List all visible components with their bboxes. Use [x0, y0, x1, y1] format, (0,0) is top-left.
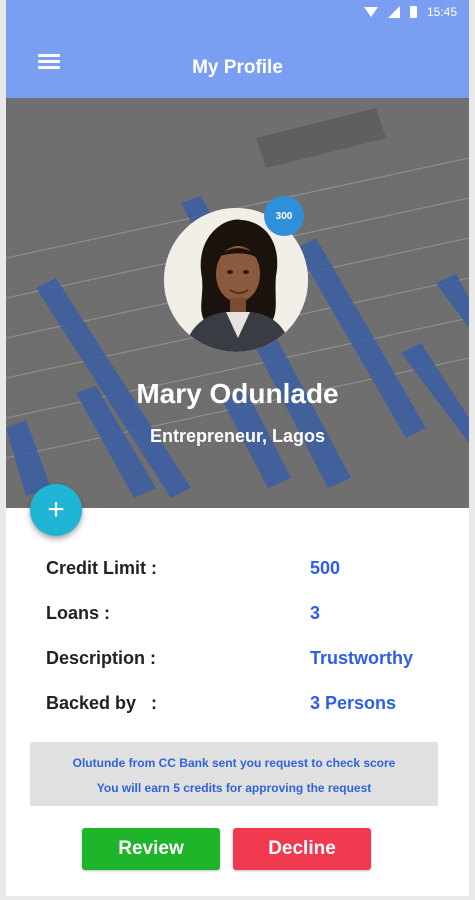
- profile-name: Mary Odunlade: [136, 378, 339, 409]
- detail-label: Backed by :: [46, 693, 158, 713]
- detail-value: Trustworthy: [310, 648, 414, 668]
- app-bar: My Profile: [6, 28, 469, 98]
- page-title: My Profile: [192, 57, 283, 78]
- detail-row-credit-limit: Credit Limit : 500: [46, 558, 446, 603]
- detail-value: 3 Persons: [310, 693, 397, 713]
- profile-subtitle: Entrepreneur, Lagos: [149, 426, 326, 446]
- detail-label: Description :: [46, 648, 157, 668]
- score-request-notice: Olutunde from CC Bank sent you request t…: [30, 742, 438, 806]
- detail-label: Loans :: [46, 603, 111, 623]
- detail-value: 500: [310, 558, 341, 578]
- detail-row-backed-by: Backed by : 3 Persons: [46, 693, 446, 738]
- status-bar: 15:45: [6, 0, 469, 28]
- score-badge: 300: [264, 196, 304, 236]
- signal-icon: [387, 6, 400, 18]
- phone-screen: 15:45 My Profile 300 Mary Odunlade Entre…: [6, 0, 469, 896]
- detail-row-loans: Loans : 3: [46, 603, 446, 648]
- detail-value: 3: [310, 603, 321, 623]
- profile-header: 300 Mary Odunlade Entrepreneur, Lagos: [6, 98, 469, 508]
- battery-icon: [409, 6, 417, 18]
- wifi-icon: [363, 7, 378, 17]
- review-button[interactable]: Review: [82, 828, 220, 870]
- detail-row-description: Description : Trustworthy: [46, 648, 446, 693]
- add-button[interactable]: +: [30, 484, 82, 536]
- status-time: 15:45: [426, 5, 457, 19]
- status-icons: 15:45: [363, 5, 457, 19]
- notice-line-2: You will earn 5 credits for approving th…: [96, 781, 372, 795]
- detail-label: Credit Limit :: [46, 558, 157, 578]
- notice-line-1: Olutunde from CC Bank sent you request t…: [72, 756, 396, 770]
- decline-button[interactable]: Decline: [233, 828, 371, 870]
- profile-details: Credit Limit : 500 Loans : 3 Description…: [46, 558, 446, 738]
